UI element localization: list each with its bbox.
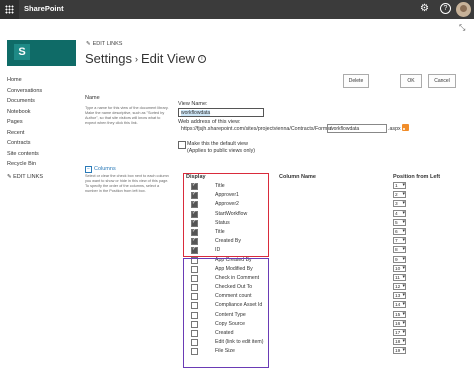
edit-links-top[interactable]: ✎ EDIT LINKS <box>86 41 122 47</box>
position-select[interactable]: 11 <box>393 273 406 281</box>
position-select[interactable]: 7 <box>393 237 406 245</box>
nav-item-home[interactable]: Home <box>7 77 22 83</box>
position-select[interactable]: 12 <box>393 283 406 291</box>
url-input[interactable]: workflowdata <box>327 124 387 133</box>
waffle-icon[interactable] <box>0 0 19 19</box>
position-select[interactable]: 1 <box>393 182 406 189</box>
ok-button[interactable]: OK <box>400 74 422 88</box>
position-select[interactable]: 14 <box>393 301 406 309</box>
position-select[interactable]: 16 <box>393 319 406 327</box>
url-suffix: .aspx <box>388 126 401 132</box>
position-select[interactable]: 2 <box>393 191 406 199</box>
position-column-header: Position from Left <box>393 174 441 180</box>
view-name-value: workflowdata <box>181 110 211 116</box>
suite-bar <box>0 0 474 19</box>
columns-section-description: Select or clear the check box next to ea… <box>85 174 169 193</box>
info-icon[interactable]: i <box>197 55 206 63</box>
avatar[interactable] <box>456 2 471 17</box>
nav-edit-links[interactable]: ✎ EDIT LINKS <box>7 174 43 180</box>
name-section-heading: Name <box>85 95 100 101</box>
collapse-icon[interactable]: − <box>85 166 92 173</box>
highlight-box-hidden-columns <box>183 258 269 368</box>
default-view-checkbox[interactable] <box>178 141 186 149</box>
name-section-description: Type a name for this view of the documen… <box>85 106 169 125</box>
highlight-box-displayed-columns <box>183 173 269 257</box>
nav-item-recent[interactable]: Recent <box>7 130 24 136</box>
position-select[interactable]: 8 <box>393 246 406 254</box>
cancel-button[interactable]: Cancel <box>428 74 456 88</box>
breadcrumb-current: Edit View <box>140 51 195 66</box>
nav-item-notebook[interactable]: Notebook <box>7 109 31 115</box>
position-select[interactable]: 10 <box>393 264 406 272</box>
view-name-input[interactable]: workflowdata <box>178 108 264 117</box>
help-icon[interactable]: ? <box>440 3 451 14</box>
nav-edit-links-label: EDIT LINKS <box>13 174 43 180</box>
nav-item-conversations[interactable]: Conversations <box>7 88 42 94</box>
position-select[interactable]: 13 <box>393 292 406 300</box>
position-select[interactable]: 9 <box>393 255 406 263</box>
position-select[interactable]: 19 <box>393 347 406 355</box>
columns-section-heading[interactable]: − Columns <box>85 166 116 173</box>
breadcrumb-settings[interactable]: Settings <box>85 51 132 66</box>
nav-item-documents[interactable]: Documents <box>7 98 35 104</box>
page-title: Settings › Edit View i <box>85 51 206 66</box>
view-name-label: View Name: <box>178 101 208 107</box>
position-select[interactable]: 17 <box>393 329 406 336</box>
position-select[interactable]: 6 <box>393 227 406 235</box>
url-prefix: https://fjsjh.sharepoint.com/sites/proje… <box>181 126 332 132</box>
edit-links-label: EDIT LINKS <box>92 41 123 47</box>
nav-item-site-contents[interactable]: Site contents <box>7 151 39 157</box>
web-address-label: Web address of this view: <box>178 119 241 125</box>
nav-item-pages[interactable]: Pages <box>7 119 23 125</box>
nav-item-contracts[interactable]: Contracts <box>7 140 31 146</box>
gear-icon[interactable]: ⚙ <box>420 3 429 14</box>
nav-item-recycle-bin[interactable]: Recycle Bin <box>7 161 36 167</box>
focus-mode-icon[interactable]: ⤡ <box>459 23 465 33</box>
position-select[interactable]: 5 <box>393 218 406 226</box>
pencil-icon: ✎ <box>86 41 91 47</box>
position-select[interactable]: 4 <box>393 209 406 217</box>
columns-heading-label: Columns <box>94 166 116 172</box>
column-name-header: Column Name <box>279 174 316 180</box>
site-logo[interactable]: S <box>7 40 76 66</box>
default-view-note: (Applies to public views only) <box>187 148 256 154</box>
position-select[interactable]: 18 <box>393 338 406 346</box>
breadcrumb-separator: › <box>134 54 138 64</box>
rss-icon[interactable] <box>402 124 409 131</box>
position-select[interactable]: 15 <box>393 310 406 318</box>
default-view-label: Make this the default view <box>187 141 248 147</box>
position-select[interactable]: 3 <box>393 200 406 208</box>
site-logo-letter: S <box>14 44 30 60</box>
delete-button[interactable]: Delete <box>343 74 369 88</box>
app-name[interactable]: SharePoint <box>24 4 64 13</box>
